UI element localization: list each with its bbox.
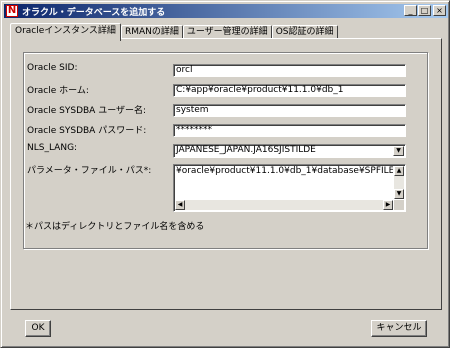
scroll-down-icon[interactable]: ▼ <box>394 189 404 199</box>
param-file-label: パラメータ・ファイル・パス*: <box>27 166 152 176</box>
sysdba-password-field[interactable]: ******** <box>173 124 406 137</box>
window-title: オラクル・データベースを追加する <box>22 7 166 18</box>
title-bar[interactable]: N オラクル・データベースを追加する _ □ × <box>4 4 448 18</box>
tab-strip: Oracleインスタンス詳細 RMANの詳細 ユーザー管理の詳細 OS認証の詳細 <box>10 23 338 41</box>
sysdba-password-label: Oracle SYSDBA パスワード: <box>27 126 147 136</box>
cancel-button[interactable]: キャンセル <box>371 320 427 337</box>
sysdba-user-label: Oracle SYSDBA ユーザー名: <box>27 106 147 116</box>
scroll-left-icon[interactable]: ◀ <box>175 200 185 210</box>
param-file-textarea[interactable]: ¥oracle¥product¥11.1.0¥db_1¥database¥SPF… <box>173 164 406 212</box>
nls-lang-label: NLS_LANG: <box>27 143 78 153</box>
nls-lang-value: JAPANESE_JAPAN.JA16SJISTILDE <box>176 145 316 155</box>
scroll-up-icon[interactable]: ▲ <box>394 166 404 176</box>
sid-label: Oracle SID: <box>27 63 78 73</box>
nls-lang-select[interactable]: JAPANESE_JAPAN.JA16SJISTILDE ▼ <box>173 144 406 158</box>
tab-panel: Oracle SID: orcl Oracle ホーム: C:¥app¥orac… <box>10 38 442 310</box>
home-label: Oracle ホーム: <box>27 86 89 96</box>
scroll-corner <box>394 200 404 210</box>
close-button[interactable]: × <box>433 5 446 16</box>
path-note: ＊パスはディレクトリとファイル名を含める <box>25 222 205 232</box>
dialog-window: N オラクル・データベースを追加する _ □ × Oracleインスタンス詳細 … <box>0 0 450 348</box>
vertical-scrollbar[interactable]: ▲ ▼ <box>394 166 404 199</box>
app-icon: N <box>6 5 18 17</box>
maximize-button[interactable]: □ <box>418 5 431 16</box>
home-field[interactable]: C:¥app¥oracle¥product¥11.1.0¥db_1 <box>173 84 406 97</box>
ok-button[interactable]: OK <box>25 320 51 337</box>
minimize-button[interactable]: _ <box>404 5 417 16</box>
scroll-right-icon[interactable]: ▶ <box>383 200 393 210</box>
sysdba-user-field[interactable]: system <box>173 104 406 117</box>
tab-oracle-instance[interactable]: Oracleインスタンス詳細 <box>10 23 121 41</box>
title-buttons: _ □ × <box>403 5 446 16</box>
sid-field[interactable]: orcl <box>173 64 406 77</box>
chevron-down-icon[interactable]: ▼ <box>393 146 404 156</box>
param-file-value: ¥oracle¥product¥11.1.0¥db_1¥database¥SPF… <box>176 166 393 176</box>
horizontal-scrollbar[interactable]: ◀ ▶ <box>175 200 393 210</box>
